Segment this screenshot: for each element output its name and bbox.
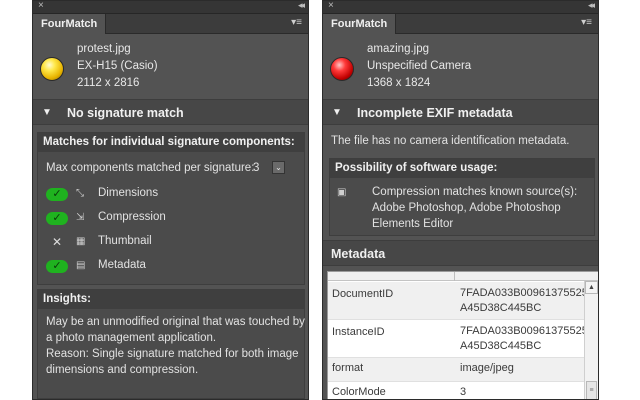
meta-value: image/jpeg [460,362,514,374]
meta-value: 7FADA033B00961375525 [460,287,588,299]
component-metadata: ✓ ▤ Metadata [38,258,298,276]
section-title: Incomplete EXIF metadata [357,106,513,120]
collapse-icon[interactable]: ◂◂ [298,1,305,11]
compression-icon: ⇲ [76,212,85,223]
meta-key: format [332,362,364,374]
fourmatch-panel-right: × ◂◂ FourMatch ▾≡ amazing.jpg Unspecifie… [322,0,599,400]
metadata-header: Metadata [323,240,598,266]
section-header-signature[interactable]: ▼ No signature match [33,99,308,125]
dimensions-icon: ⤡ [76,188,84,199]
match-check-icon: ✓ [46,212,68,225]
panel-top-bar: × ◂◂ [33,1,308,14]
software-line-3: Elements Editor [372,218,454,230]
component-thumbnail: ✕ ▦ Thumbnail [38,234,298,252]
camera-model: Unspecified Camera [367,60,472,72]
chevron-down-icon[interactable]: ⌄ [272,161,285,174]
insights-text: May be an unmodified original that was t… [46,314,308,378]
insights-box: Insights: May be an unmodified original … [37,289,305,399]
file-name: amazing.jpg [367,43,430,55]
component-label: Thumbnail [98,235,152,247]
collapse-triangle-icon[interactable]: ▼ [332,100,342,126]
meta-key: ColorMode [332,386,386,398]
tab-fourmatch[interactable]: FourMatch [33,14,107,34]
file-name: protest.jpg [77,43,131,55]
camera-model: EX-H15 (Casio) [77,60,158,72]
table-header [328,272,598,281]
insights-title: Insights: [38,290,304,309]
status-orb-icon [330,57,354,81]
vertical-scrollbar[interactable]: ▲ ≡ [584,281,598,399]
fourmatch-panel-left: × ◂◂ FourMatch ▾≡ protest.jpg EX-H15 (Ca… [32,0,309,400]
tab-bar: FourMatch ▾≡ [323,14,598,34]
component-label: Dimensions [98,187,159,199]
insight-reason: Reason: Single signature matched for bot… [46,348,299,376]
meta-value: 3 [460,386,467,398]
panel-top-bar: × ◂◂ [323,1,598,14]
meta-key: DocumentID [332,288,394,300]
file-info: amazing.jpg Unspecified Camera 1368 x 18… [323,34,598,99]
table-row[interactable]: InstanceID 7FADA033B00961375525 A45D38C4… [328,320,588,358]
component-label: Compression [98,211,166,223]
panel-menu-icon[interactable]: ▾≡ [581,17,592,28]
status-orb-icon [40,57,64,81]
table-row[interactable]: DocumentID 7FADA033B00961375525 A45D38C4… [328,282,588,320]
section-header-exif[interactable]: ▼ Incomplete EXIF metadata [323,99,598,125]
software-line-1: Compression matches known source(s): [372,186,578,198]
metadata-icon: ▤ [76,260,86,271]
image-dimensions: 2112 x 2816 [77,77,140,89]
meta-value: 7FADA033B00961375525 [460,325,588,337]
image-dimensions: 1368 x 1824 [367,77,431,89]
software-box-title: Possibility of software usage: [330,159,594,178]
max-components-value: 3 [253,162,260,174]
component-label: Metadata [98,259,146,271]
close-icon[interactable]: × [328,1,334,11]
no-camera-text: The file has no camera identification me… [331,135,570,147]
meta-value-cont: A45D38C445BC [460,302,542,314]
thumbnail-icon: ▦ [76,236,86,247]
components-box-title: Matches for individual signature compone… [38,133,304,152]
table-row[interactable]: ColorMode 3 [328,382,586,399]
component-compression: ✓ ⇲ Compression [38,210,298,228]
metadata-title: Metadata [331,247,386,261]
max-components-label: Max components matched per signature: [46,162,255,174]
metadata-table[interactable]: DocumentID 7FADA033B00961375525 A45D38C4… [327,271,598,399]
scroll-up-icon[interactable]: ▲ [585,281,598,294]
software-line-2: Adobe Photoshop, Adobe Photoshop [372,202,561,214]
tab-fourmatch[interactable]: FourMatch [323,14,397,34]
table-row[interactable]: format image/jpeg [328,358,586,382]
tab-bar: FourMatch ▾≡ [33,14,308,34]
panel-menu-icon[interactable]: ▾≡ [291,17,302,28]
close-icon[interactable]: × [38,1,44,11]
max-components-row: Max components matched per signature: 3 … [46,159,301,177]
components-box: Matches for individual signature compone… [37,132,305,285]
compression-icon: ▣ [337,187,347,198]
meta-value-cont: A45D38C445BC [460,340,542,352]
collapse-icon[interactable]: ◂◂ [588,1,595,11]
section-title: No signature match [67,106,184,120]
no-match-x-icon: ✕ [51,235,63,249]
scroll-thumb[interactable]: ≡ [586,381,597,399]
insight-description: May be an unmodified original that was t… [46,316,305,344]
match-check-icon: ✓ [46,188,68,201]
meta-key: InstanceID [332,326,385,338]
component-dimensions: ✓ ⤡ Dimensions [38,186,298,204]
match-check-icon: ✓ [46,260,68,273]
file-info: protest.jpg EX-H15 (Casio) 2112 x 2816 [33,34,308,99]
software-box: Possibility of software usage: ▣ Compres… [329,158,595,236]
collapse-triangle-icon[interactable]: ▼ [42,100,52,126]
